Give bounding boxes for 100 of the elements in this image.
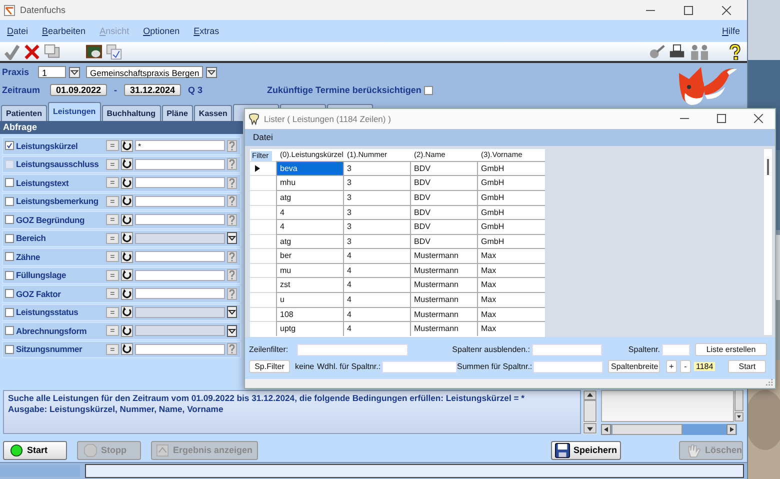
create-list-button[interactable]: Liste erstellen — [695, 343, 767, 356]
tab[interactable]: Pläne — [162, 105, 193, 121]
checkbox[interactable] — [5, 252, 14, 262]
start-button[interactable]: Start — [3, 440, 67, 460]
reset-icon[interactable] — [121, 343, 133, 356]
help-icon[interactable] — [727, 44, 743, 60]
input-field[interactable] — [135, 251, 225, 262]
field-label: Leistungsbemerkung — [16, 196, 100, 206]
save-button[interactable]: Speichern — [550, 440, 622, 460]
input-field[interactable] — [135, 270, 225, 281]
input-field[interactable] — [135, 177, 225, 188]
select-field[interactable] — [135, 232, 225, 244]
checklist-icon[interactable] — [106, 44, 122, 60]
dropdown-icon[interactable] — [227, 306, 237, 318]
checkbox[interactable] — [5, 178, 14, 188]
tab[interactable]: Kassen — [194, 105, 232, 121]
menu-item[interactable]: Bearbeiten — [42, 26, 86, 36]
minus-button[interactable]: - — [680, 360, 691, 374]
table-cell: 3 — [343, 234, 410, 248]
menu-item[interactable]: Extras — [194, 26, 220, 36]
menu-item[interactable]: Datei — [7, 26, 28, 36]
checkbox[interactable] — [5, 234, 14, 243]
printer-icon[interactable] — [669, 44, 685, 60]
operator-button[interactable]: = — [106, 251, 119, 262]
operator-button[interactable]: = — [106, 344, 119, 355]
input-field[interactable] — [135, 196, 225, 207]
column-width-button[interactable]: Spaltenbreite — [608, 360, 660, 374]
operator-button[interactable]: = — [106, 196, 119, 207]
reset-icon[interactable] — [121, 250, 133, 263]
check-icon[interactable] — [4, 44, 20, 60]
maximize-icon[interactable] — [684, 6, 693, 14]
praxis-name-field[interactable]: Gemeinschaftspraxis Bergen — [86, 66, 204, 78]
window-title: Datenfuchs — [20, 5, 66, 15]
reset-icon[interactable] — [121, 232, 133, 244]
column-filter-button[interactable]: Sp.Filter — [249, 360, 290, 374]
reset-icon[interactable] — [121, 324, 133, 337]
tab[interactable]: Patienten — [1, 105, 48, 121]
menu-item[interactable]: Datei — [253, 132, 273, 142]
checkbox[interactable] — [5, 270, 14, 280]
blackboard-icon[interactable] — [86, 44, 102, 60]
description-text: Suche alle Leistungen für den Zeitraum vom 01.09.2022 bis 31.12.2024, die folgende Bedingungen erfüllen: Leistungskürzel = * Ausgabe: Leistungskürzel, Nummer, Name, Vorname — [3, 390, 581, 434]
menu-item[interactable]: Hilfe — [722, 26, 740, 36]
dropdown-icon[interactable] — [206, 66, 218, 78]
plus-button[interactable]: + — [666, 360, 677, 374]
table-cell: 4 — [343, 248, 410, 263]
operator-button[interactable]: = — [106, 325, 119, 336]
operator-button[interactable]: = — [106, 306, 119, 318]
reset-icon[interactable] — [121, 269, 133, 282]
input-field[interactable] — [135, 288, 225, 300]
scrollbar[interactable] — [601, 424, 737, 435]
input-field[interactable] — [135, 158, 225, 170]
table-cell: 3 — [343, 160, 410, 176]
checkbox[interactable] — [5, 308, 14, 317]
reset-icon[interactable] — [121, 306, 133, 318]
reset-icon[interactable] — [121, 158, 133, 170]
checkbox[interactable] — [424, 86, 434, 94]
checkbox[interactable] — [5, 141, 14, 150]
reset-icon[interactable] — [121, 140, 133, 152]
menu-item[interactable]: Optionen — [143, 26, 180, 36]
scrollbar[interactable] — [734, 390, 744, 422]
tab[interactable]: Buchhaltung — [102, 105, 161, 121]
tab[interactable]: Leistungen — [48, 102, 101, 121]
start-button[interactable]: Start — [728, 360, 766, 374]
field-label: Bereich — [16, 233, 47, 244]
checkbox[interactable] — [5, 289, 14, 298]
reset-icon[interactable] — [121, 176, 133, 189]
close-icon[interactable] — [722, 6, 731, 14]
select-field[interactable] — [135, 325, 225, 336]
scrollbar[interactable] — [583, 390, 597, 434]
input-field[interactable]: * — [135, 140, 225, 152]
dropdown-icon[interactable] — [227, 232, 237, 244]
select-field[interactable] — [135, 306, 225, 318]
reset-icon[interactable] — [121, 214, 133, 226]
dropdown-icon[interactable] — [69, 66, 80, 78]
checkbox[interactable] — [5, 344, 14, 354]
reset-icon[interactable] — [121, 195, 133, 208]
field-label: Wdhl. für Spaltnr.: — [317, 362, 382, 372]
date-field[interactable]: 01.09.2022 — [50, 84, 107, 96]
scrollbar[interactable] — [764, 148, 772, 335]
praxis-number-field[interactable]: 1 — [38, 66, 66, 78]
cross-icon[interactable] — [24, 44, 40, 60]
operator-button[interactable]: = — [106, 288, 119, 300]
operator-button[interactable]: = — [106, 214, 119, 226]
operator-button[interactable]: = — [106, 232, 119, 244]
input-field[interactable] — [135, 214, 225, 226]
close-icon[interactable] — [754, 114, 763, 124]
operator-button[interactable]: = — [106, 140, 119, 152]
resize-grip-icon[interactable] — [766, 379, 773, 386]
checkbox[interactable] — [5, 215, 14, 224]
table-cell: Max — [477, 262, 545, 278]
maximize-icon[interactable] — [717, 114, 726, 124]
operator-button[interactable]: = — [106, 270, 119, 281]
input-field[interactable] — [135, 344, 225, 355]
checkbox[interactable] — [5, 196, 14, 206]
checkbox[interactable] — [5, 326, 14, 336]
date-field[interactable]: 31.12.2024 — [124, 84, 181, 96]
operator-button[interactable]: = — [106, 177, 119, 188]
table-cell: Mustermann — [410, 262, 477, 278]
dropdown-icon[interactable] — [227, 324, 237, 337]
reset-icon[interactable] — [121, 288, 133, 300]
